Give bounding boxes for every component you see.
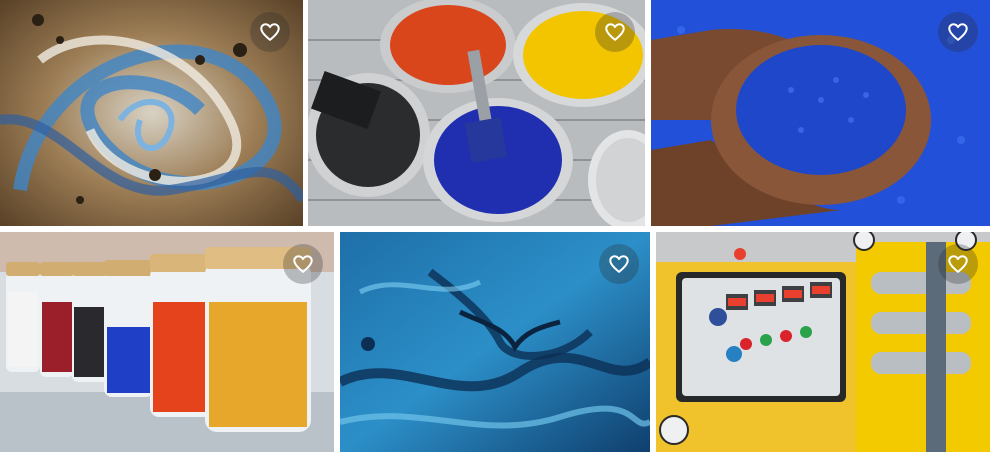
gallery-tile-blue-marble[interactable] [340, 232, 650, 452]
gallery-tile-paint-swirl[interactable] [0, 0, 303, 226]
heart-outline-icon [609, 255, 629, 273]
heart-outline-icon [948, 23, 968, 41]
favorite-button[interactable] [938, 12, 978, 52]
gallery-tile-blue-pellets[interactable] [651, 0, 990, 226]
gallery-tile-paint-cans[interactable] [308, 0, 645, 226]
heart-outline-icon [948, 255, 968, 273]
heart-outline-icon [293, 255, 313, 273]
gallery-tile-extruder-machine[interactable] [656, 232, 990, 452]
favorite-button[interactable] [283, 244, 323, 284]
heart-outline-icon [605, 23, 625, 41]
favorite-button[interactable] [599, 244, 639, 284]
gallery-tile-pellet-jars[interactable] [0, 232, 334, 452]
favorite-button[interactable] [595, 12, 635, 52]
heart-outline-icon [260, 23, 280, 41]
favorite-button[interactable] [250, 12, 290, 52]
favorite-button[interactable] [938, 244, 978, 284]
